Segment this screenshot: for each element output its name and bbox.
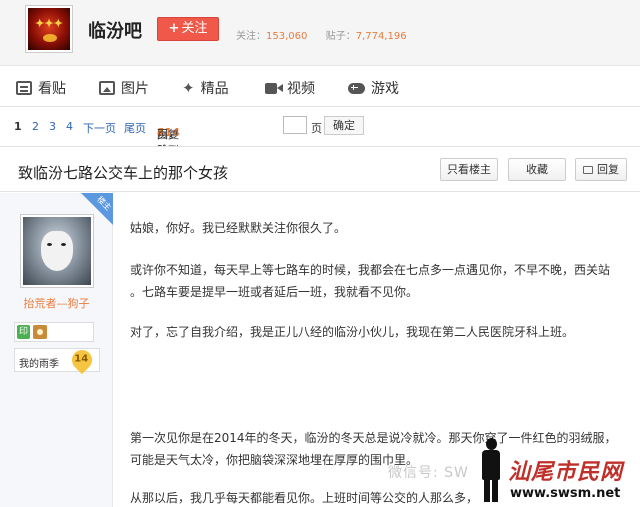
collect-button[interactable]: 收藏 — [508, 158, 566, 181]
page-link[interactable]: 2 — [32, 120, 39, 133]
forum-logo[interactable]: ✦✦✦ — [26, 6, 72, 52]
author-sidebar: 楼主 抬荒者—狗子 印 我的雨季 14 — [0, 193, 113, 507]
stats-follow-label: 关注： — [236, 31, 266, 42]
stats-posts-value: 7,774,196 — [355, 31, 407, 42]
nav-label: 图片 — [121, 81, 149, 97]
pagination: 1 2 3 4 下一页 尾页 114回复贴，共4页，跳到 页 确定 — [0, 114, 640, 173]
nav-item-posts[interactable]: 看贴 — [16, 78, 66, 98]
post-paragraph: 对了，忘了自我介绍，我是正儿八经的临汾小伙儿，我现在第二人民医院牙科上班。 — [130, 325, 575, 339]
reply-icon — [583, 166, 593, 174]
nav-label: 看贴 — [38, 81, 66, 97]
star-icon: ✦ — [182, 79, 195, 97]
nav-label: 游戏 — [371, 81, 399, 97]
last-page-link[interactable]: 尾页 — [124, 120, 146, 136]
watermark-brand: 汕尾市民网 — [508, 459, 624, 485]
thread-title: 致临汾七路公交车上的那个女孩 — [18, 164, 229, 182]
watermark-logo: 汕尾市民网 www.swsm.net — [470, 436, 640, 507]
level-badge: 14 — [67, 345, 97, 375]
member-icon[interactable]: 印 — [17, 325, 30, 339]
post-paragraph: 姑娘，你好。我已经默默关注你很久了。 — [130, 221, 347, 235]
badge-icon[interactable] — [33, 325, 47, 339]
gamepad-icon — [348, 82, 365, 94]
level-box[interactable]: 我的雨季 14 — [14, 345, 100, 375]
avatar[interactable] — [20, 214, 94, 288]
nav-bar: 看贴 图片 ✦ 精品 视频 游戏 — [0, 67, 640, 107]
stats-follow-value: 153,060 — [266, 31, 308, 42]
wechat-watermark: 微信号: SW — [388, 465, 469, 481]
level-number: 14 — [74, 353, 89, 365]
level-name: 我的雨季 — [19, 359, 59, 370]
nav-label: 视频 — [287, 81, 315, 97]
post-paragraph: 或许你不知道，每天早上等七路车的时候，我都会在七点多一点遇见你，不早不晚，西关站 — [130, 263, 611, 277]
video-icon — [265, 82, 283, 94]
follow-label: 关注 — [181, 21, 208, 36]
page-link[interactable]: 4 — [66, 120, 73, 133]
forum-name[interactable]: 临汾吧 — [88, 17, 142, 43]
user-icons: 印 — [14, 322, 94, 342]
logo-glyph: ✦✦✦ — [35, 17, 63, 30]
plus-icon: + — [168, 21, 180, 36]
stats-posts-label: 贴子： — [325, 31, 356, 42]
nav-label: 精品 — [200, 81, 229, 97]
forum-stats: 关注：153,060 贴子：7,774,196 — [236, 27, 407, 42]
picture-icon — [99, 81, 115, 95]
post-paragraph: 。七路车要是提早一班或者延后一班，我就看不见你。 — [130, 285, 419, 299]
document-icon — [16, 81, 32, 95]
only-op-button[interactable]: 只看楼主 — [440, 158, 498, 181]
nav-item-featured[interactable]: ✦ 精品 — [182, 78, 229, 98]
nav-item-games[interactable]: 游戏 — [348, 78, 399, 98]
watermark-url: www.swsm.net — [510, 486, 621, 501]
next-page-link[interactable]: 下一页 — [83, 120, 116, 136]
reply-label: 回复 — [597, 163, 619, 176]
reply-button[interactable]: 回复 — [575, 158, 627, 181]
thread-header: 致临汾七路公交车上的那个女孩 只看楼主 收藏 回复 — [0, 146, 640, 192]
page-link[interactable]: 3 — [49, 120, 56, 133]
username[interactable]: 抬荒者—狗子 — [0, 295, 113, 311]
forum-header: ✦✦✦ 临汾吧 + 关注 关注：153,060 贴子：7,774,196 — [0, 0, 640, 66]
follow-button[interactable]: + 关注 — [157, 17, 219, 41]
jump-page-input[interactable] — [283, 116, 307, 134]
confirm-button[interactable]: 确定 — [324, 116, 364, 135]
nav-item-video[interactable]: 视频 — [265, 78, 315, 98]
nav-item-pictures[interactable]: 图片 — [99, 78, 149, 98]
page-suffix: 页 — [311, 122, 322, 135]
logo-orb — [43, 34, 57, 42]
page-current: 1 — [14, 120, 22, 133]
husky-avatar-image — [23, 217, 91, 285]
person-silhouette-icon — [478, 438, 504, 504]
